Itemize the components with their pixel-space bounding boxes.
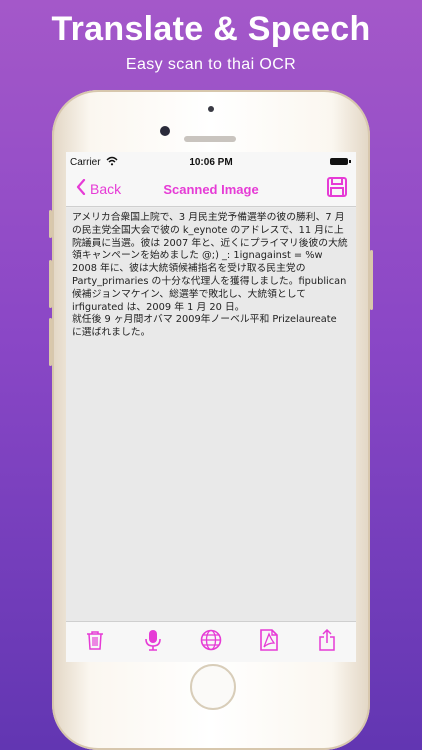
nav-title: Scanned Image — [163, 182, 259, 197]
delete-button[interactable] — [81, 628, 109, 656]
promo-headline: Translate & Speech — [51, 10, 371, 48]
save-button[interactable] — [326, 176, 348, 203]
speak-button[interactable] — [139, 628, 167, 656]
front-camera — [160, 126, 170, 136]
battery-icon — [330, 158, 351, 165]
share-button[interactable] — [313, 628, 341, 656]
share-icon — [318, 628, 336, 656]
export-pdf-button[interactable] — [255, 628, 283, 656]
status-time: 10:06 PM — [189, 157, 233, 168]
navigation-bar: Back Scanned Image — [66, 172, 356, 207]
earpiece-speaker — [184, 136, 236, 142]
globe-icon — [200, 629, 222, 656]
phone-frame: Carrier 10:06 PM Back Scanned Image アメリカ… — [49, 90, 373, 750]
mute-switch — [49, 210, 52, 238]
pdf-icon — [260, 628, 278, 656]
home-button[interactable] — [190, 664, 236, 710]
bottom-toolbar — [66, 621, 356, 662]
save-icon — [326, 177, 348, 202]
ocr-text: アメリカ合衆国上院で、3 月民主党予備選挙の彼の勝利、7 月の民主党全国大会で彼… — [72, 212, 348, 339]
volume-down-button — [49, 318, 52, 366]
power-button — [370, 250, 373, 310]
promo-subline: Easy scan to thai OCR — [125, 56, 297, 73]
status-bar: Carrier 10:06 PM — [66, 152, 356, 172]
trash-icon — [86, 630, 104, 655]
microphone-icon — [145, 629, 161, 656]
app-screen: Carrier 10:06 PM Back Scanned Image アメリカ… — [66, 152, 356, 662]
ocr-text-area[interactable]: アメリカ合衆国上院で、3 月民主党予備選挙の彼の勝利、7 月の民主党全国大会で彼… — [66, 208, 356, 622]
volume-up-button — [49, 260, 52, 308]
proximity-sensor — [208, 106, 214, 112]
translate-button[interactable] — [197, 628, 225, 656]
